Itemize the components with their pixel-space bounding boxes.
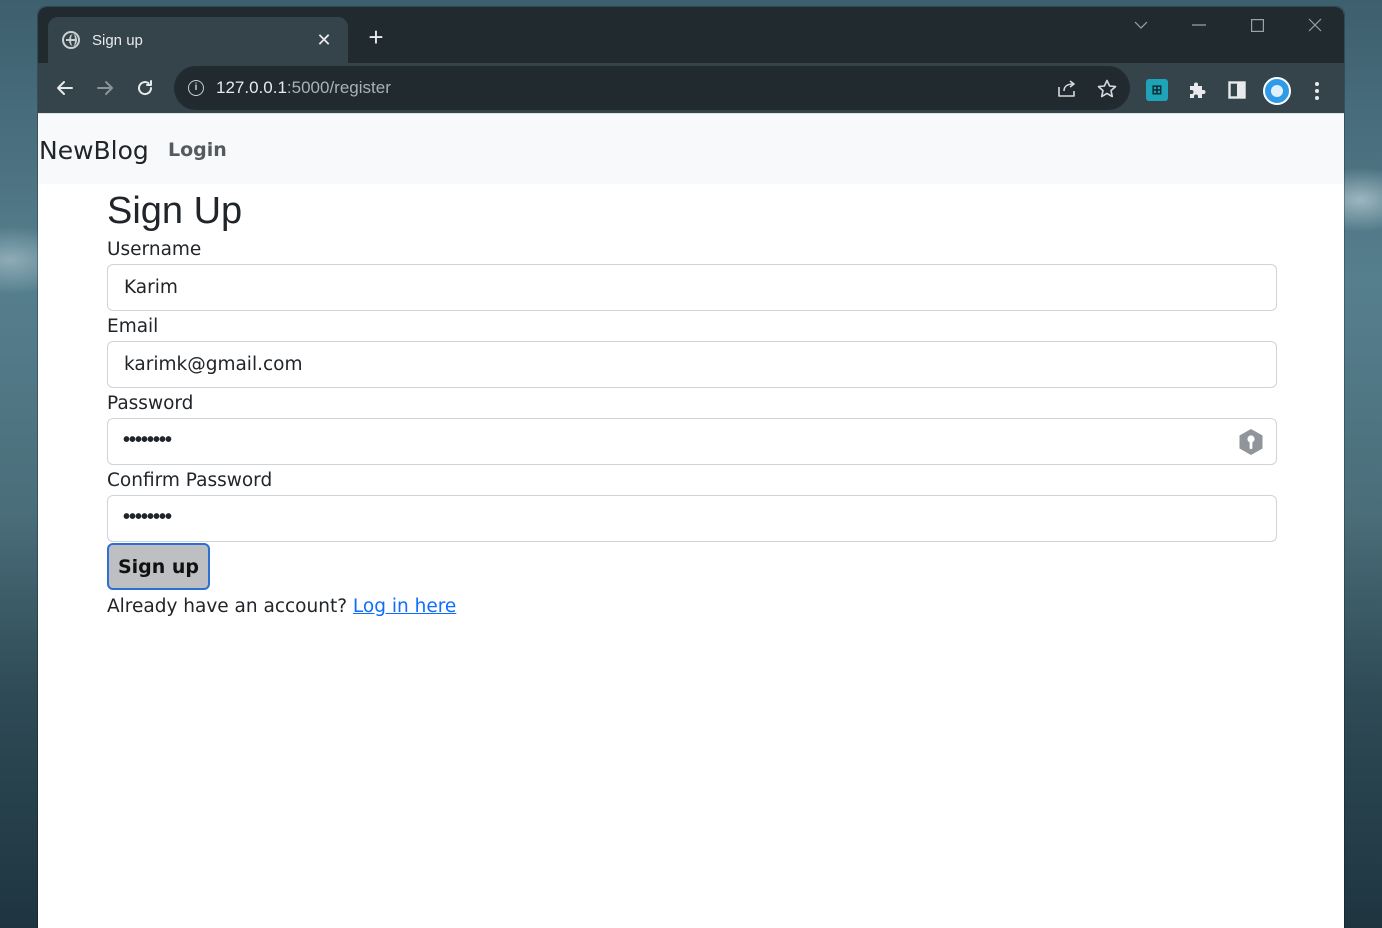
signup-form: Sign Up Username Karim Email karimk@gmai… [107,187,1277,617]
site-navbar: NewBlog Login [38,113,1344,184]
arrow-left-icon [57,81,73,95]
close-window-button[interactable] [1286,7,1344,43]
email-value: karimk@gmail.com [124,354,303,375]
browser-window: Sign up ✕ + i 127.0.0.1:5000/register ⊞ … [38,7,1344,928]
url-text: 127.0.0.1:5000/register [216,78,391,97]
password-manager-key-icon[interactable] [1236,427,1266,457]
confirm-password-label: Confirm Password [107,470,273,491]
email-field[interactable]: karimk@gmail.com [107,341,1277,388]
tab-search-button[interactable] [1112,7,1170,43]
page-title: Sign Up [107,190,243,232]
password-field[interactable]: •••••••• [107,418,1277,465]
browser-titlebar: Sign up ✕ + [38,7,1344,63]
username-field[interactable]: Karim [107,264,1277,311]
globe-icon [62,31,80,49]
forward-button[interactable] [92,75,118,101]
info-icon[interactable]: i [188,80,204,96]
login-link[interactable]: Log in here [353,596,456,617]
tab-close-button[interactable]: ✕ [314,30,334,51]
new-tab-button[interactable]: + [364,24,388,50]
browser-menu-button[interactable] [1310,79,1324,103]
profile-avatar[interactable] [1263,77,1291,105]
side-panel-icon[interactable] [1226,79,1248,101]
login-prompt: Already have an account? Log in here [107,596,1277,617]
reload-button[interactable] [132,75,158,101]
share-icon[interactable] [1056,78,1078,100]
sign-up-button[interactable]: Sign up [107,543,210,590]
web-page: NewBlog Login Sign Up Username Karim Ema… [38,113,1344,928]
window-controls [1112,7,1344,43]
password-label: Password [107,393,194,414]
bookmark-star-icon[interactable] [1096,78,1118,100]
nav-link-login[interactable]: Login [168,139,227,161]
arrow-right-icon [97,81,113,95]
maximize-button[interactable] [1228,7,1286,43]
confirm-password-value: •••••••• [123,506,172,528]
browser-toolbar: i 127.0.0.1:5000/register ⊞ [38,63,1344,113]
tab-sign-up[interactable]: Sign up ✕ [48,17,348,63]
minimize-icon [1192,24,1206,26]
email-label: Email [107,316,159,337]
username-value: Karim [124,277,178,298]
maximize-icon [1250,18,1264,32]
chevron-down-icon [1134,21,1148,29]
username-label: Username [107,239,202,260]
password-value: •••••••• [123,429,172,451]
reload-icon [138,80,153,96]
address-bar[interactable]: i 127.0.0.1:5000/register [174,66,1130,110]
confirm-password-field[interactable]: •••••••• [107,495,1277,542]
close-icon [1308,18,1322,32]
extension-translate-icon[interactable]: ⊞ [1146,79,1168,101]
back-button[interactable] [52,75,78,101]
navbar-brand[interactable]: NewBlog [39,136,149,165]
extensions-puzzle-icon[interactable] [1186,79,1208,101]
login-prompt-text: Already have an account? [107,596,348,617]
tab-title: Sign up [92,31,143,49]
minimize-button[interactable] [1170,7,1228,43]
